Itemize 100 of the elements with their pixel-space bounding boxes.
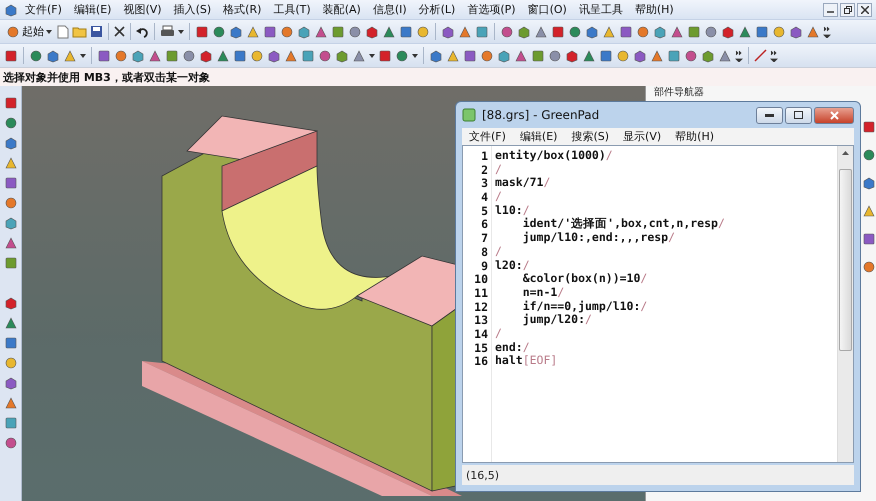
tool-icon[interactable] [441,24,455,38]
menu-item[interactable]: 窗口(O) [522,2,572,17]
menu-item[interactable]: 信息(I) [368,2,412,17]
tool-icon[interactable] [399,24,413,38]
tool-icon[interactable] [619,24,633,38]
tool-icon[interactable] [216,48,230,62]
tool-icon[interactable] [862,232,876,246]
tool-icon[interactable] [4,396,18,410]
tool-icon[interactable] [4,336,18,350]
tool-icon[interactable] [97,48,111,62]
tool-icon[interactable] [318,48,332,62]
undo-icon[interactable] [136,26,149,38]
caret-icon[interactable] [178,30,184,34]
tool-icon[interactable] [263,24,277,38]
tool-icon[interactable] [4,416,18,430]
menu-item[interactable]: 装配(A) [318,2,366,17]
tool-icon[interactable] [565,48,579,62]
tool-icon[interactable] [602,24,616,38]
tool-icon[interactable] [416,24,430,38]
tool-icon[interactable] [568,24,582,38]
tool-icon[interactable] [4,316,18,330]
tool-icon[interactable] [4,236,18,250]
tool-icon[interactable] [636,24,650,38]
menu-item[interactable]: 讯呈工具 [574,2,628,17]
menu-item[interactable]: 显示(V) [618,129,666,144]
tool-icon[interactable] [514,48,528,62]
tool-icon[interactable] [701,48,715,62]
maximize-button[interactable] [785,106,812,124]
tool-icon[interactable] [246,24,260,38]
tool-icon[interactable] [4,256,18,270]
menu-item[interactable]: 文件(F) [464,129,511,144]
tool-icon[interactable] [534,24,548,38]
tool-icon[interactable] [195,24,209,38]
tool-icon[interactable] [480,48,494,62]
tool-icon[interactable] [789,24,803,38]
tool-icon[interactable] [46,48,60,62]
close-icon[interactable] [114,26,125,37]
menu-item[interactable]: 分析(L) [414,2,460,17]
tool-icon[interactable] [531,48,545,62]
tool-icon[interactable] [335,48,349,62]
tool-icon[interactable] [165,48,179,62]
tool-icon[interactable] [352,48,366,62]
tool-icon[interactable] [4,96,18,110]
more-icon[interactable] [770,50,778,62]
menu-item[interactable]: 帮助(H) [670,129,720,144]
tool-icon[interactable] [599,48,613,62]
folder-icon[interactable] [72,25,87,38]
tool-icon[interactable] [4,296,18,310]
tool-icon[interactable] [862,260,876,274]
tool-icon[interactable] [382,24,396,38]
tool-icon[interactable] [148,48,162,62]
tool-icon[interactable] [458,24,472,38]
tool-icon[interactable] [650,48,664,62]
scrollbar[interactable] [837,146,853,462]
close-button[interactable] [857,2,872,16]
tool-icon[interactable] [585,24,599,38]
menu-item[interactable]: 插入(S) [168,2,216,17]
tool-icon[interactable] [670,24,684,38]
tool-icon[interactable] [667,48,681,62]
tool-icon[interactable] [250,48,264,62]
new-file-icon[interactable] [57,24,69,38]
more-icon[interactable] [823,26,831,38]
tool-icon[interactable] [297,24,311,38]
tool-icon[interactable] [114,48,128,62]
caret-icon[interactable] [80,54,86,58]
tool-icon[interactable] [721,24,735,38]
tool-icon[interactable] [378,48,392,62]
tool-icon[interactable] [348,24,362,38]
start-icon[interactable] [6,24,20,38]
tool-icon[interactable] [551,24,565,38]
tool-icon[interactable] [4,216,18,230]
tool-icon[interactable] [862,204,876,218]
tool-icon[interactable] [718,48,732,62]
tool-icon[interactable] [314,24,328,38]
tool-icon[interactable] [4,156,18,170]
app-logo-icon[interactable] [4,2,18,16]
tool-icon[interactable] [284,48,298,62]
caret-icon[interactable] [412,54,418,58]
tool-icon[interactable] [755,24,769,38]
tool-icon[interactable] [4,176,18,190]
restore-button[interactable] [840,2,855,16]
tool-icon[interactable] [233,48,247,62]
tool-icon[interactable] [4,436,18,450]
tool-icon[interactable] [429,48,443,62]
menu-item[interactable]: 格式(R) [218,2,266,17]
tool-icon[interactable] [582,48,596,62]
tool-icon[interactable] [212,24,226,38]
tool-icon[interactable] [301,48,315,62]
menu-item[interactable]: 帮助(H) [630,2,679,17]
start-button[interactable]: 起始 [4,22,54,42]
minimize-button[interactable] [823,2,838,16]
scroll-up-icon[interactable] [842,151,849,155]
tool-icon[interactable] [463,48,477,62]
tool-icon[interactable] [4,136,18,150]
tool-icon[interactable] [4,116,18,130]
menu-item[interactable]: 文件(F) [20,2,67,17]
menu-item[interactable]: 视图(V) [118,2,167,17]
tool-icon[interactable] [684,48,698,62]
tool-icon[interactable] [267,48,281,62]
tool-icon[interactable] [4,376,18,390]
